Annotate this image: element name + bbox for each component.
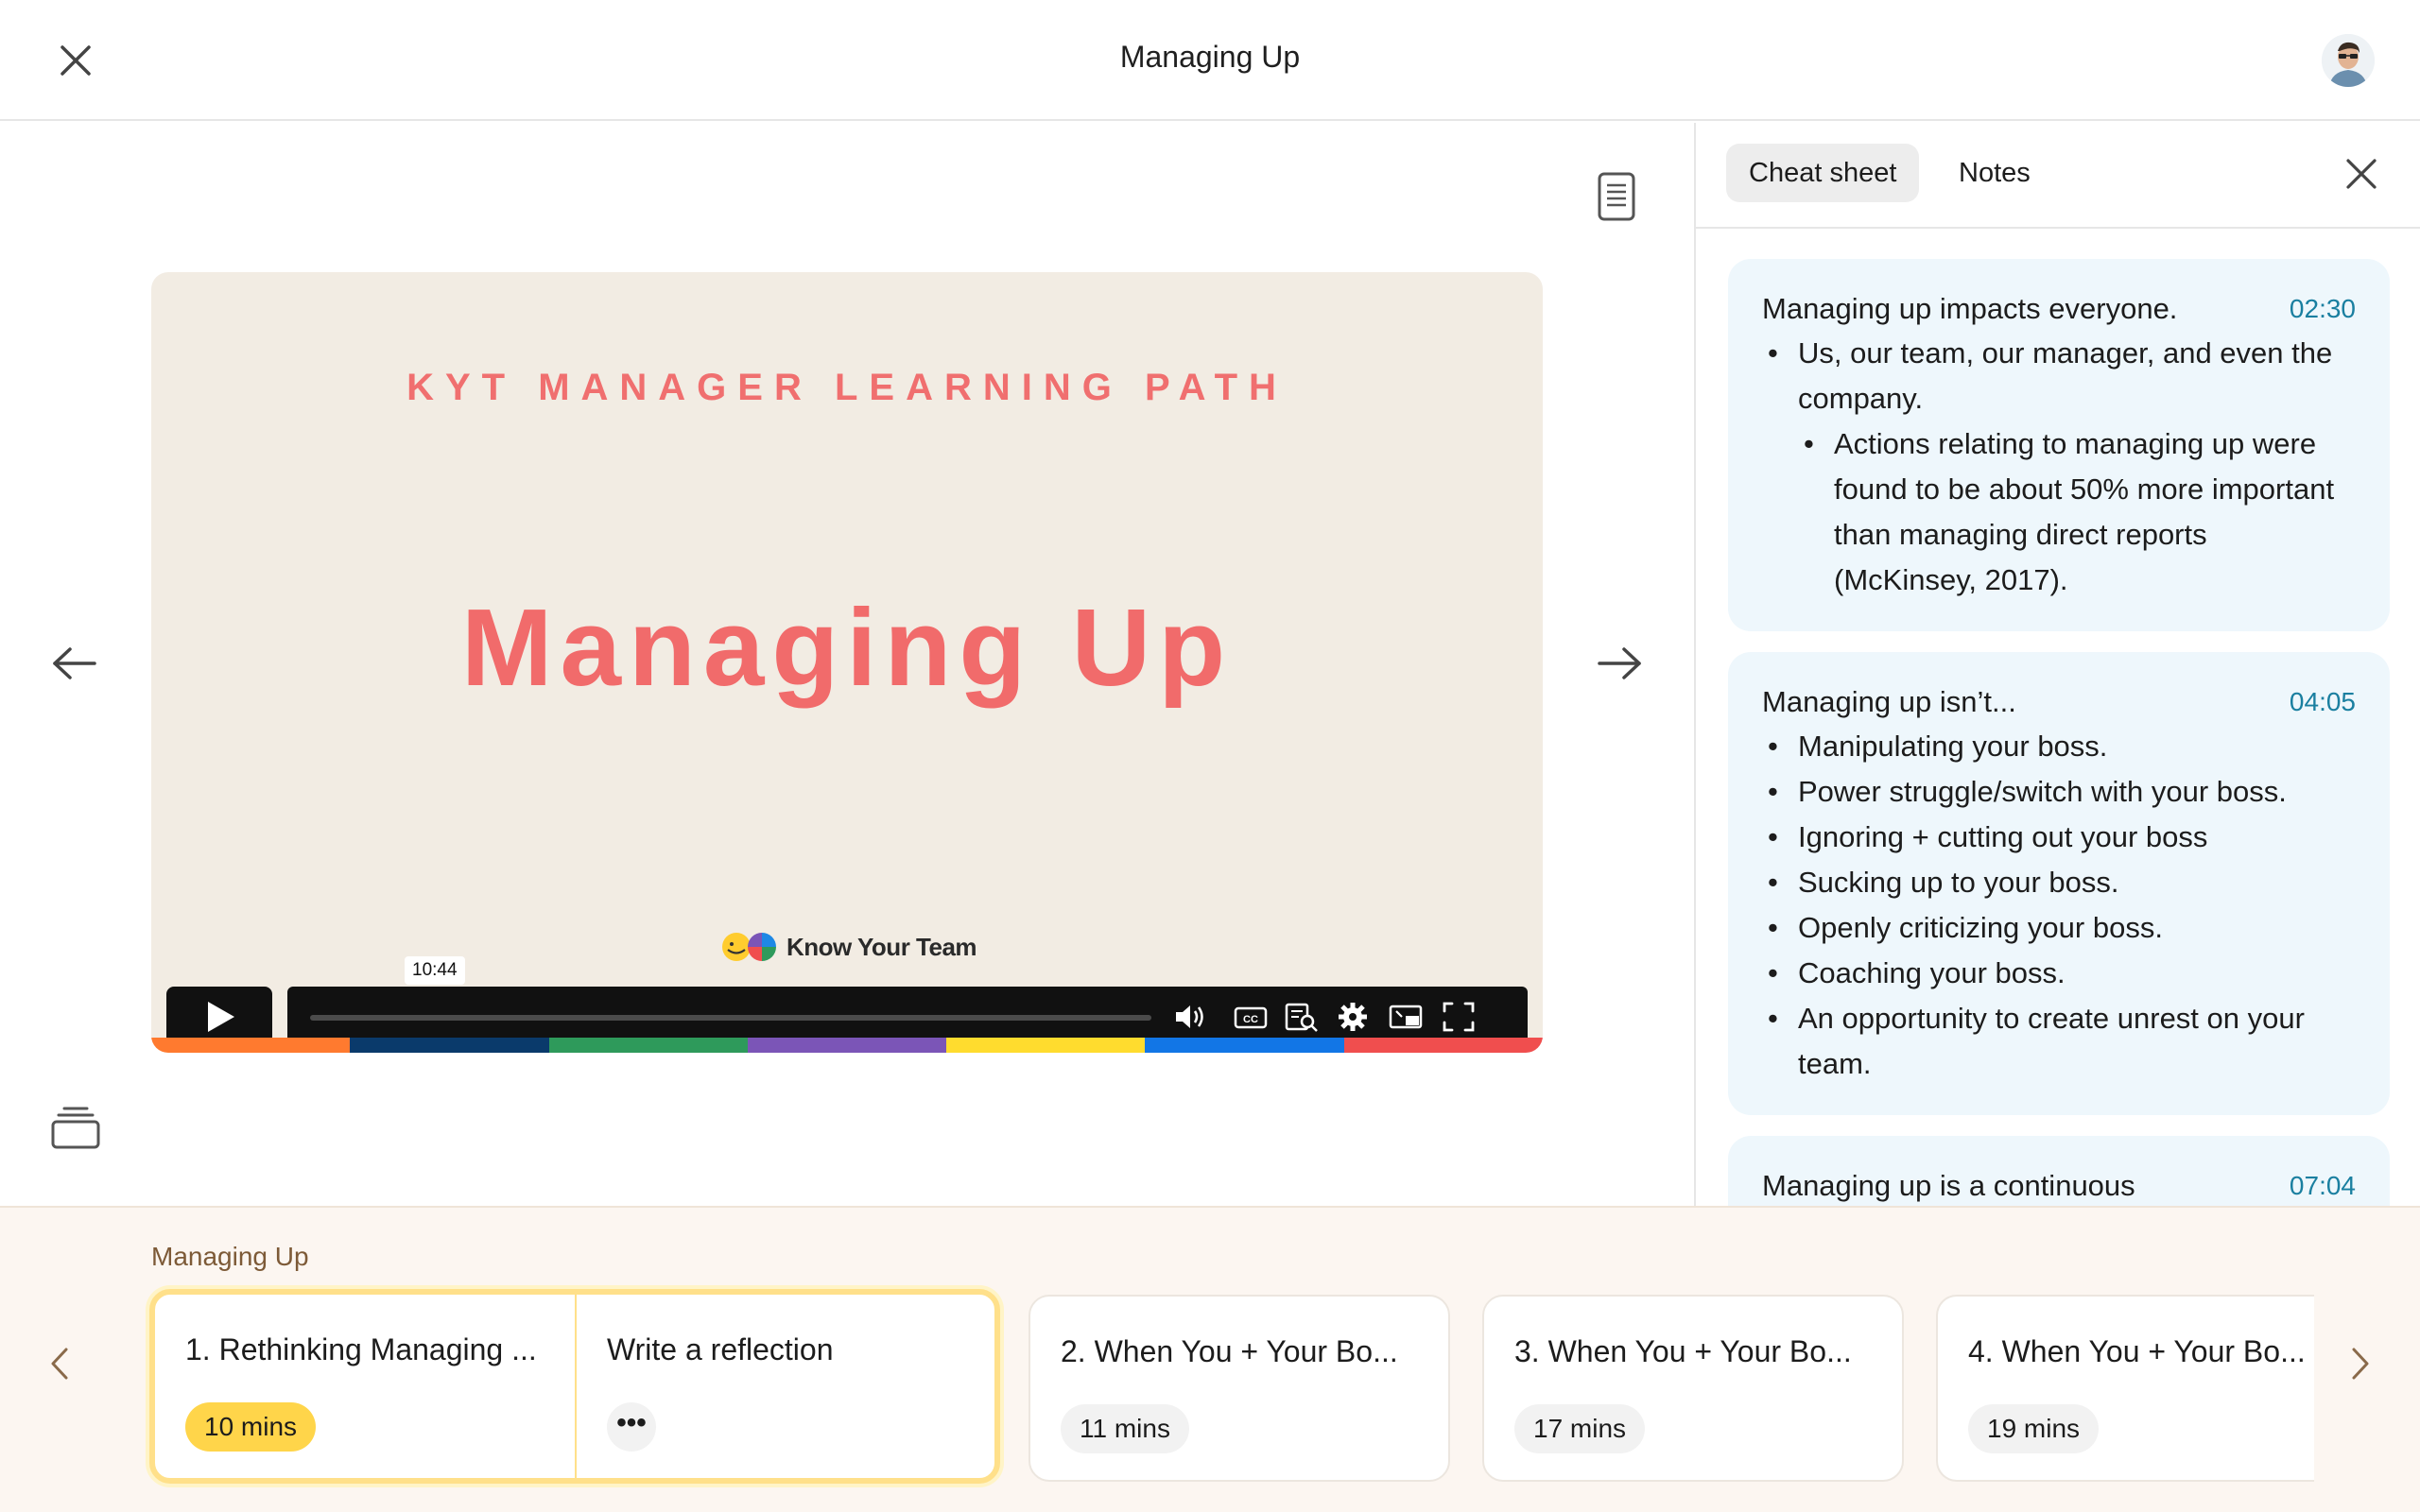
- tab-cheat-sheet[interactable]: Cheat sheet: [1726, 144, 1920, 202]
- lesson-card-3[interactable]: 3. When You + Your Bo... 17 mins: [1482, 1295, 1904, 1482]
- card-timestamp-link[interactable]: 04:05: [2290, 680, 2356, 724]
- color-bar-segment: [1343, 1038, 1543, 1053]
- sub-bullet-item: Actions relating to managing up were fou…: [1762, 421, 2356, 603]
- cheat-sheet-card: Managing up is a continuous 07:04: [1728, 1136, 2390, 1206]
- top-bar: Managing Up: [0, 0, 2420, 121]
- panel-close-icon[interactable]: [2341, 153, 2382, 195]
- side-panel: Cheat sheet Notes Managing up impacts ev…: [1694, 123, 2420, 1206]
- color-bar-segment: [946, 1038, 1146, 1053]
- page-title: Managing Up: [1119, 40, 1301, 74]
- settings-gear-icon[interactable]: [1335, 1000, 1371, 1034]
- lesson-title: 1. Rethinking Managing ...: [185, 1332, 537, 1366]
- user-avatar[interactable]: [2322, 34, 2375, 87]
- panel-tabs: Cheat sheet Notes: [1696, 123, 2420, 229]
- color-bar-segment: [1145, 1038, 1344, 1053]
- color-bar-segment: [151, 1038, 351, 1053]
- card-timestamp-link[interactable]: 02:30: [2290, 287, 2356, 331]
- card-timestamp-link[interactable]: 07:04: [2290, 1164, 2356, 1206]
- course-label: Managing Up: [151, 1242, 309, 1271]
- lesson-title: 3. When You + Your Bo...: [1514, 1334, 1852, 1368]
- card-heading: Managing up is a continuous: [1762, 1169, 2135, 1202]
- more-options-button[interactable]: •••: [607, 1402, 656, 1452]
- video-title-card: Managing Up: [460, 586, 1234, 709]
- bullet-item: Manipulating your boss.: [1762, 724, 2356, 769]
- volume-icon[interactable]: [1172, 1000, 1208, 1034]
- arrow-left-icon[interactable]: [51, 644, 98, 682]
- arrow-right-icon[interactable]: [1596, 644, 1643, 682]
- lessons-stack-icon[interactable]: [51, 1106, 100, 1149]
- picture-in-picture-icon[interactable]: [1388, 1000, 1424, 1034]
- lesson-duration-badge: 17 mins: [1514, 1404, 1646, 1453]
- reflection-card[interactable]: Write a reflection •••: [577, 1295, 994, 1478]
- cheat-sheet-card: Managing up isn’t... 04:05 Manipulating …: [1728, 652, 2390, 1115]
- cheat-sheet-card: Managing up impacts everyone. 02:30 Us, …: [1728, 259, 2390, 631]
- bullet-item: Us, our team, our manager, and even the …: [1762, 331, 2356, 421]
- video-player[interactable]: KYT MANAGER LEARNING PATH Managing Up Kn…: [151, 272, 1543, 1053]
- lesson-title: Write a reflection: [607, 1332, 834, 1366]
- lesson-card-4[interactable]: 4. When You + Your Bo... 19 mins: [1936, 1295, 2314, 1482]
- lesson-strip: Managing Up 1. Rethinking Managing ... 1…: [0, 1206, 2420, 1512]
- lesson-card-2[interactable]: 2. When You + Your Bo... 11 mins: [1028, 1295, 1450, 1482]
- progress-scrubber[interactable]: [310, 1015, 1151, 1021]
- lesson-duration-badge: 10 mins: [185, 1402, 317, 1452]
- card-bullets: Manipulating your boss. Power struggle/s…: [1762, 724, 2356, 1087]
- card-heading: Managing up isn’t...: [1762, 685, 2016, 718]
- bullet-item: Ignoring + cutting out your boss: [1762, 815, 2356, 860]
- bullet-item: Openly criticizing your boss.: [1762, 905, 2356, 951]
- bullet-item: Power struggle/switch with your boss.: [1762, 769, 2356, 815]
- video-eyebrow: KYT MANAGER LEARNING PATH: [406, 367, 1288, 408]
- color-bar-segment: [747, 1038, 947, 1053]
- card-bullets: Us, our team, our manager, and even the …: [1762, 331, 2356, 603]
- current-lesson-group: 1. Rethinking Managing ... 10 mins Write…: [149, 1289, 1000, 1484]
- brand-name: Know Your Team: [786, 932, 977, 961]
- time-tooltip: 10:44: [405, 956, 465, 985]
- lesson-duration-badge: 11 mins: [1061, 1404, 1189, 1453]
- bullet-item: An opportunity to create unrest on your …: [1762, 996, 2356, 1087]
- tab-notes[interactable]: Notes: [1936, 144, 2053, 202]
- captions-icon[interactable]: CC: [1233, 1000, 1269, 1034]
- bullet-item: Coaching your boss.: [1762, 951, 2356, 996]
- chevron-right-icon[interactable]: [2341, 1340, 2378, 1387]
- brand-logo: Know Your Team: [720, 926, 977, 968]
- transcript-doc-icon[interactable]: [1598, 172, 1635, 221]
- fullscreen-icon[interactable]: [1441, 1000, 1477, 1034]
- know-your-team-logo-icon: [722, 933, 776, 961]
- transcript-search-icon[interactable]: [1284, 1000, 1320, 1034]
- color-bar-segment: [548, 1038, 748, 1053]
- color-bar-segment: [350, 1038, 549, 1053]
- lesson-title: 4. When You + Your Bo...: [1968, 1334, 2306, 1368]
- card-heading: Managing up impacts everyone.: [1762, 292, 2178, 325]
- chevron-left-icon[interactable]: [42, 1340, 79, 1387]
- bullet-item: Sucking up to your boss.: [1762, 860, 2356, 905]
- brand-color-bar: [151, 1038, 1543, 1053]
- svg-text:CC: CC: [1243, 1014, 1258, 1025]
- cheat-sheet-cards: Managing up impacts everyone. 02:30 Us, …: [1728, 259, 2390, 1206]
- lesson-duration-badge: 19 mins: [1968, 1404, 2100, 1453]
- lesson-title: 2. When You + Your Bo...: [1061, 1334, 1398, 1368]
- avatar-icon: [2322, 34, 2375, 87]
- lesson-card-1[interactable]: 1. Rethinking Managing ... 10 mins: [155, 1295, 575, 1478]
- main-area: KYT MANAGER LEARNING PATH Managing Up Kn…: [0, 123, 1694, 1206]
